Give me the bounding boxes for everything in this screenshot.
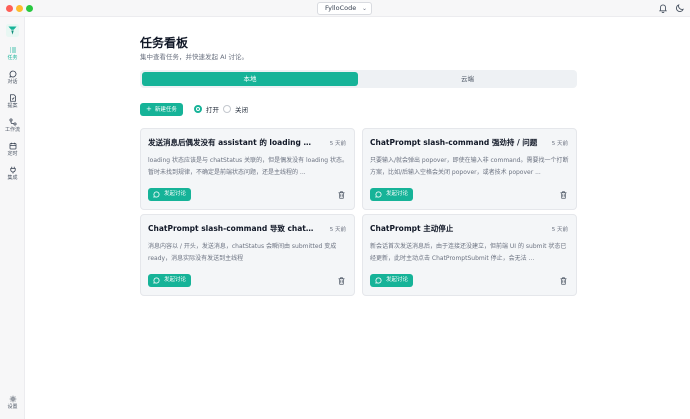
- start-discussion-button[interactable]: 发起讨论: [370, 188, 413, 201]
- sidebar-item-label: 任务: [7, 55, 18, 61]
- project-selector[interactable]: FylloCode ⌄: [317, 2, 372, 15]
- sidebar-item-label: 定时: [7, 151, 18, 157]
- task-card-title: ChatPrompt slash-command 强劲持 / 问题: [370, 138, 538, 147]
- page-title: 任务看板: [140, 36, 189, 50]
- task-card[interactable]: ChatPrompt 主动停止 5 天前 新会话首次发送消息后，由于连接还没建立…: [362, 214, 577, 296]
- filter-closed-label: 关闭: [235, 106, 248, 114]
- sidebar-item-settings[interactable]: 设置: [0, 393, 25, 415]
- task-card-time: 5 天前: [329, 227, 346, 233]
- trash-icon[interactable]: [338, 191, 345, 199]
- start-discussion-label: 发起讨论: [386, 277, 409, 283]
- task-card[interactable]: 发送消息后偶发没有 assistant 的 loading 状态 5 天前 lo…: [140, 128, 355, 210]
- chevron-down-icon: ⌄: [361, 5, 367, 12]
- radio-unselected-icon: [223, 105, 231, 113]
- plug-icon: [9, 166, 16, 174]
- fyllo-logo: [6, 24, 19, 37]
- task-card-time: 5 天前: [329, 141, 346, 147]
- filter-closed-radio[interactable]: 关闭: [223, 105, 248, 114]
- scope-tabs: 本地 云端: [140, 70, 577, 88]
- sidebar-item-tasks[interactable]: 任务: [0, 44, 25, 66]
- task-card-description: loading 状态应该是与 chatStatus 关联的，但是偶发没有 loa…: [148, 157, 348, 176]
- task-card-description: 只要输入/就会弹出 popover，即使在输入非 command。需要找一个打断…: [370, 157, 569, 176]
- bell-icon[interactable]: [658, 3, 668, 13]
- sidebar-item-proposals[interactable]: 提案: [0, 92, 25, 114]
- sidebar-item-label: 设置: [7, 404, 18, 410]
- proposal-icon: [9, 94, 16, 102]
- window-close-button[interactable]: [6, 5, 13, 12]
- sidebar-item-label: 提案: [7, 103, 18, 109]
- tasks-icon: [9, 47, 16, 53]
- tab-local[interactable]: 本地: [142, 72, 358, 86]
- start-discussion-button[interactable]: 发起讨论: [148, 274, 191, 287]
- sidebar-item-workflow[interactable]: 工作流: [0, 116, 25, 138]
- chat-bubble-icon: [375, 277, 382, 284]
- task-card-title: ChatPrompt 主动停止: [370, 224, 454, 233]
- page-subtitle: 集中查看任务，并快速发起 AI 讨论。: [140, 53, 248, 61]
- start-discussion-button[interactable]: 发起讨论: [148, 188, 191, 201]
- sidebar-item-label: 对话: [7, 79, 18, 85]
- gear-icon: [9, 395, 16, 403]
- sidebar-item-label: 集成: [7, 175, 18, 181]
- chat-icon: [8, 70, 16, 78]
- start-discussion-label: 发起讨论: [164, 277, 187, 283]
- task-card[interactable]: ChatPrompt slash-command 强劲持 / 问题 5 天前 只…: [362, 128, 577, 210]
- new-task-label: 新建任务: [154, 107, 177, 113]
- start-discussion-label: 发起讨论: [164, 191, 187, 197]
- sidebar-item-schedule[interactable]: 定时: [0, 140, 25, 162]
- task-card-description: 新会话首次发送消息后，由于连接还没建立，但前端 UI 的 submit 状态已经…: [370, 243, 567, 262]
- trash-icon[interactable]: [560, 277, 567, 285]
- moon-icon[interactable]: [675, 3, 685, 13]
- plus-icon: +: [146, 105, 152, 113]
- radio-selected-icon: [194, 105, 202, 113]
- sidebar-item-label: 工作流: [4, 127, 20, 133]
- task-card-description: 消息内容以 / 开头，发送消息，chatStatus 会瞬间由 submitte…: [148, 243, 337, 262]
- start-discussion-button[interactable]: 发起讨论: [370, 274, 413, 287]
- title-bar: FylloCode ⌄: [0, 0, 690, 17]
- calendar-icon: [9, 142, 16, 150]
- workflow-icon: [8, 118, 17, 126]
- sidebar-item-integrations[interactable]: 集成: [0, 164, 25, 186]
- sidebar-item-chat[interactable]: 对话: [0, 68, 25, 90]
- task-card-time: 5 天前: [551, 141, 568, 147]
- tab-cloud[interactable]: 云端: [360, 72, 575, 86]
- chat-bubble-icon: [153, 277, 160, 284]
- task-card[interactable]: ChatPrompt slash-command 导致 chatStatus 异…: [140, 214, 355, 296]
- filter-open-label: 打开: [206, 106, 219, 114]
- new-task-button[interactable]: + 新建任务: [140, 103, 183, 116]
- trash-icon[interactable]: [338, 277, 345, 285]
- chat-bubble-icon: [375, 191, 382, 198]
- chat-bubble-icon: [153, 191, 160, 198]
- filter-open-radio[interactable]: 打开: [194, 105, 219, 114]
- sidebar: 任务 对话 提案 工作流 定时 集成 设置: [0, 17, 25, 419]
- window-minimize-button[interactable]: [16, 5, 23, 12]
- window-maximize-button[interactable]: [26, 5, 33, 12]
- project-selector-label: FylloCode: [325, 4, 357, 12]
- start-discussion-label: 发起讨论: [386, 191, 409, 197]
- task-card-title: 发送消息后偶发没有 assistant 的 loading 状态: [148, 138, 318, 147]
- task-card-title: ChatPrompt slash-command 导致 chatStatus 异…: [148, 224, 318, 233]
- trash-icon[interactable]: [560, 191, 567, 199]
- task-card-time: 5 天前: [551, 227, 568, 233]
